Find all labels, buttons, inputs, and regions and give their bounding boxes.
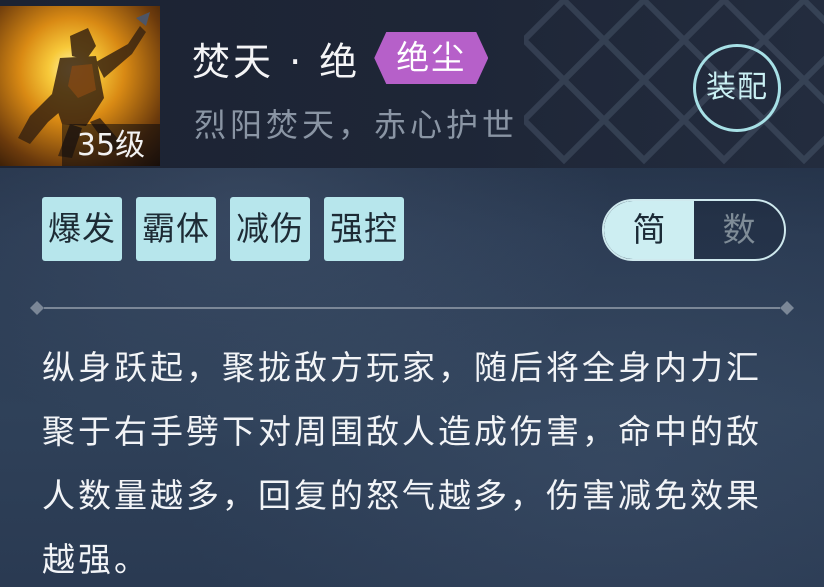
skill-tag: 强控: [324, 197, 404, 261]
mode-simple-option[interactable]: 简: [604, 201, 694, 259]
skill-level-label: 35级: [62, 124, 160, 166]
skill-description: 纵身跃起，聚拢敌方玩家，随后将全身内力汇聚于右手劈下对周围敌人造成伤害，命中的敌…: [42, 348, 762, 579]
skill-tags: 爆发 霸体 减伤 强控: [42, 197, 404, 261]
section-divider: [30, 301, 794, 315]
skill-detail-panel: 35级 焚天 · 绝 绝尘 烈阳焚天，赤心护世 装配 爆发 霸体 减伤 强控 简…: [0, 0, 824, 587]
equip-button[interactable]: 装配: [693, 44, 781, 132]
skill-portrait: 35级: [0, 6, 160, 166]
skill-title: 焚天 · 绝: [192, 39, 361, 84]
skill-tag: 减伤: [230, 197, 310, 261]
skill-tag: 霸体: [136, 197, 216, 261]
skill-subtitle: 烈阳焚天，赤心护世: [194, 106, 519, 144]
quality-badge: 绝尘: [374, 32, 488, 84]
skill-title-row: 焚天 · 绝 绝尘: [192, 28, 488, 88]
description-mode-toggle[interactable]: 简 数: [602, 199, 786, 261]
skill-tag: 爆发: [42, 197, 122, 261]
mode-numeric-option[interactable]: 数: [694, 201, 784, 259]
